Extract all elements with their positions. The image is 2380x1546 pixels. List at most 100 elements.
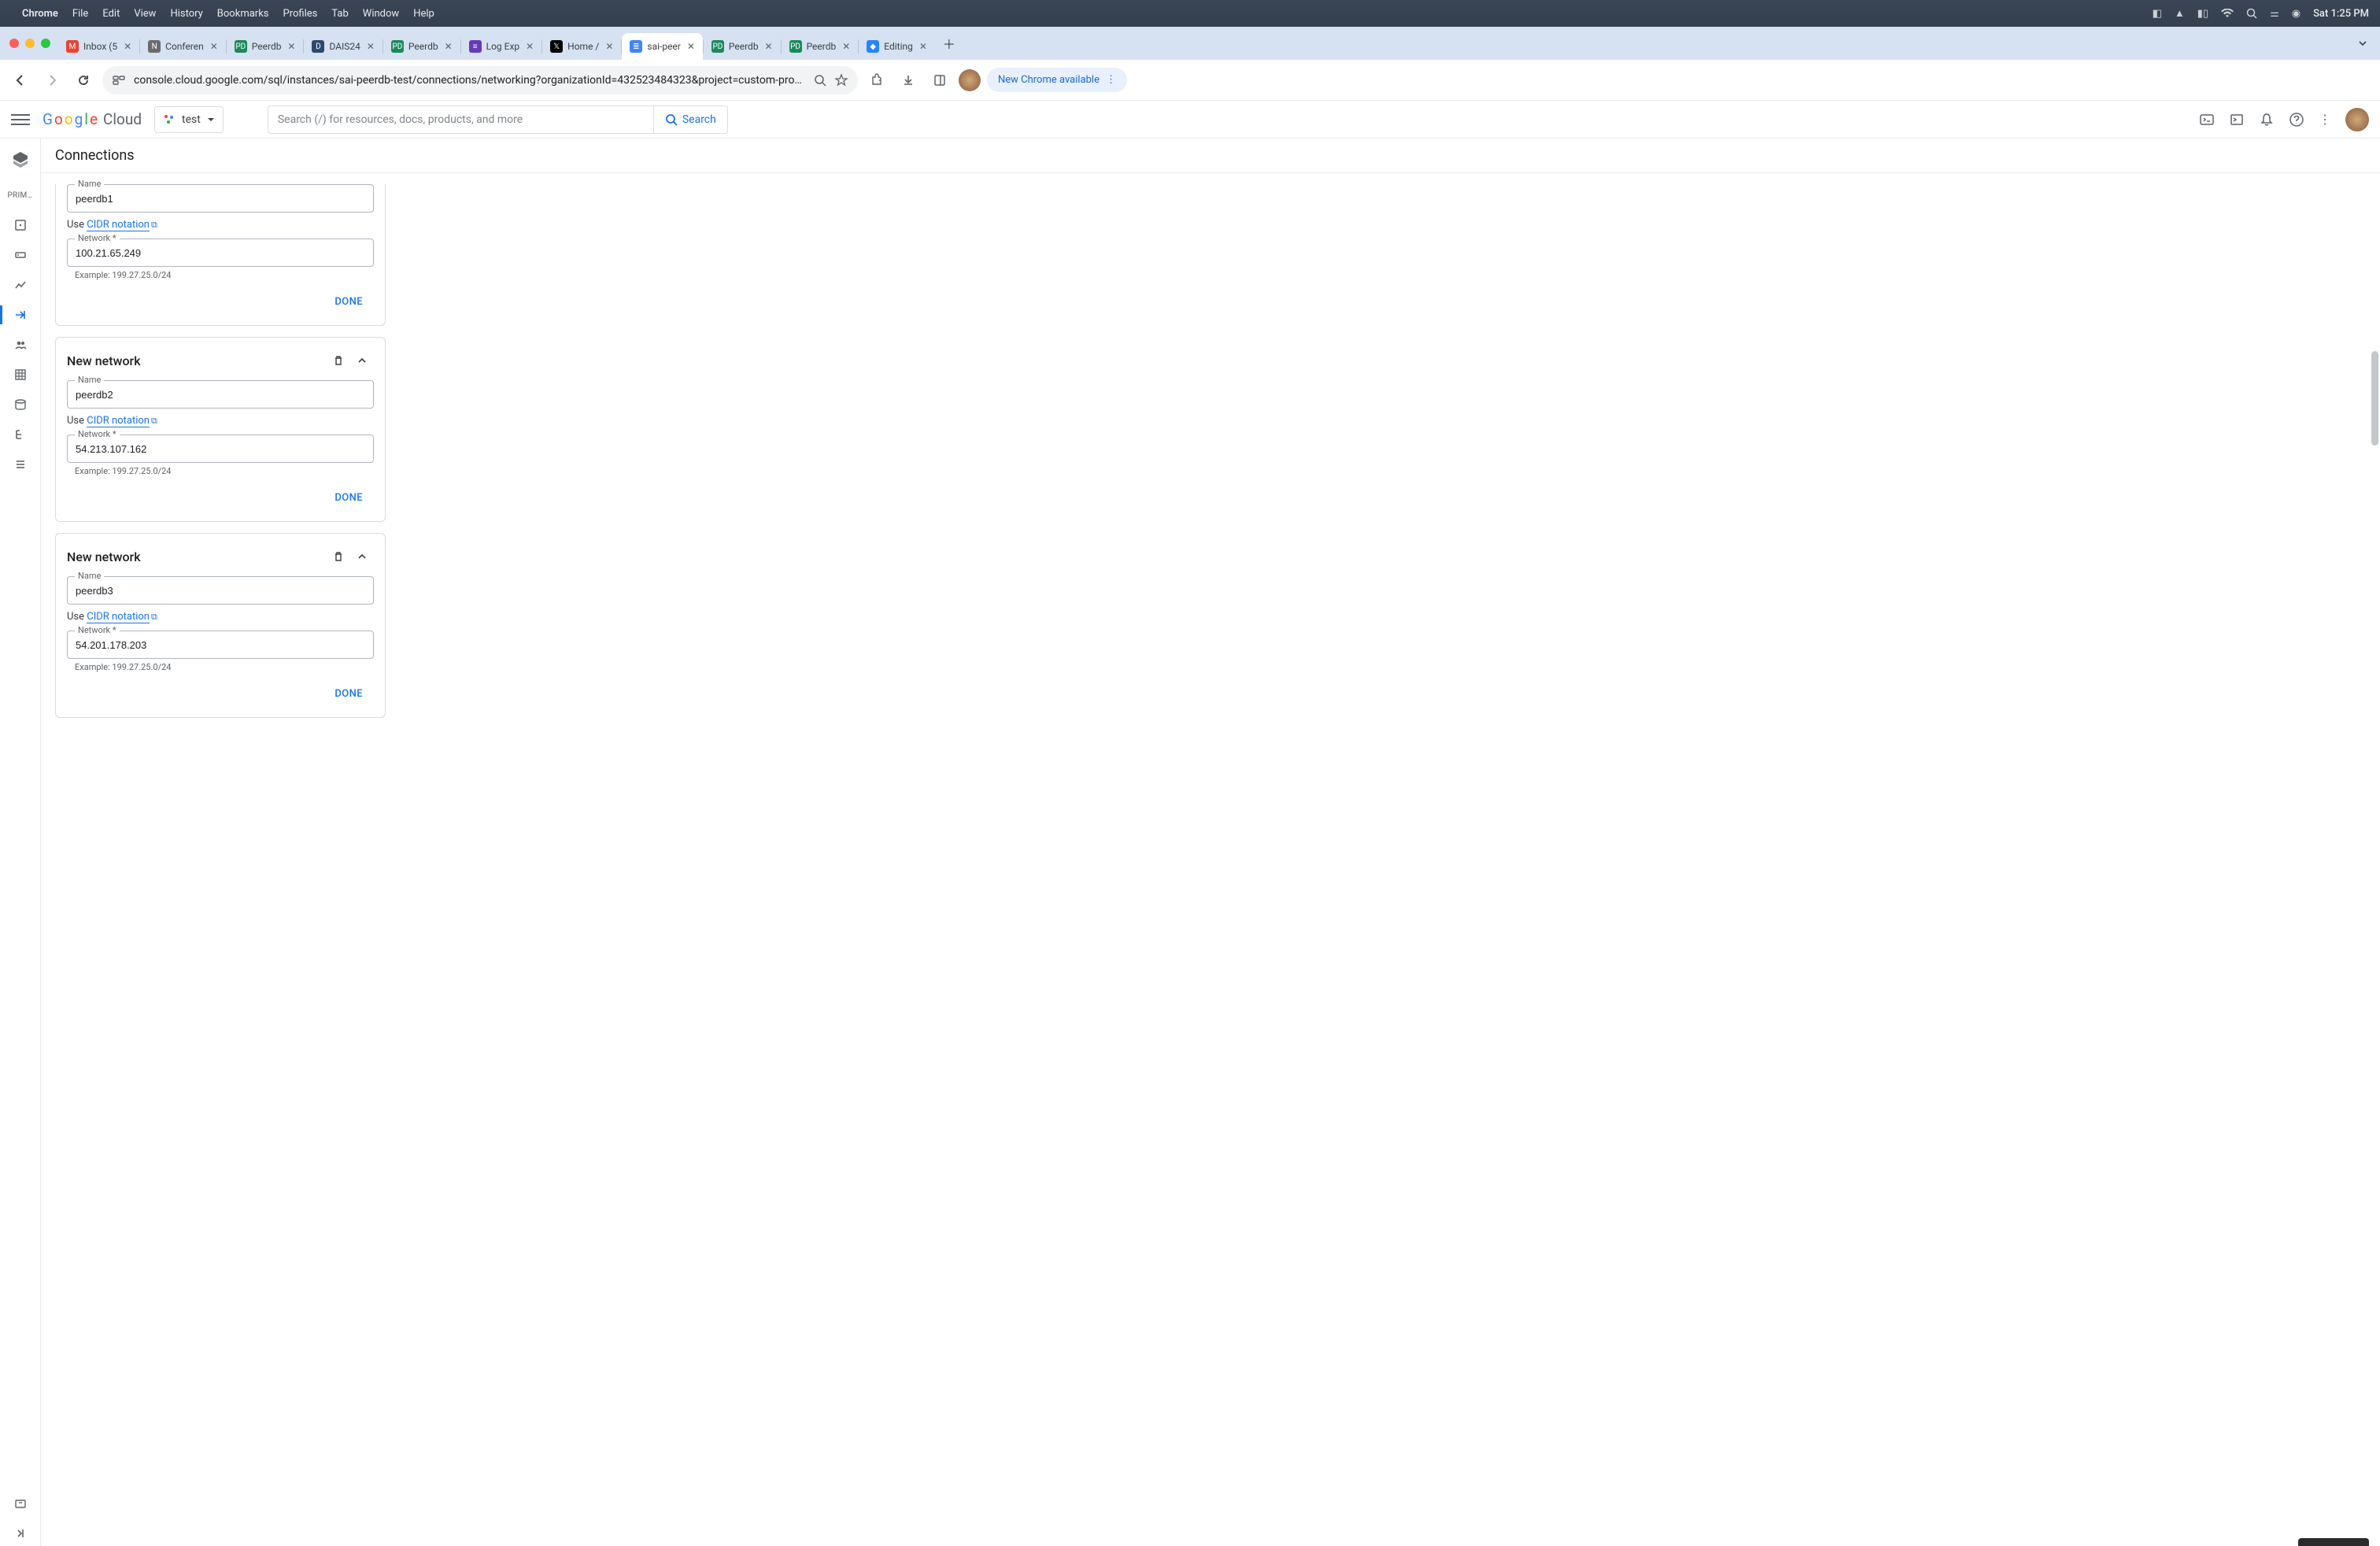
rail-backups-icon[interactable] [0,392,41,417]
rail-replicas-icon[interactable] [0,422,41,447]
tray-icon[interactable]: ▲ [2175,7,2185,20]
scrollbar-thumb[interactable] [2371,351,2378,446]
cidr-help-text: Use CIDR notation⧉ [67,219,374,231]
browser-tab[interactable]: PDPeerdb✕ [704,33,781,60]
done-button[interactable]: DONE [328,291,369,313]
forward-button[interactable] [39,68,65,93]
terminal-icon[interactable] [2229,112,2245,128]
browser-tab[interactable]: ◆Editing✕ [859,33,935,60]
menubar-app[interactable]: Chrome [22,8,58,20]
window-minimize-button[interactable] [25,39,35,48]
chrome-more-icon[interactable]: ⋮ [1106,74,1116,86]
extensions-icon[interactable] [864,68,889,93]
tab-close-icon[interactable]: ✕ [122,41,133,52]
rail-marketplace-icon[interactable] [0,1491,41,1516]
browser-tab[interactable]: 𝕏Home /✕ [542,33,621,60]
menu-file[interactable]: File [72,8,88,20]
menubar-clock[interactable]: Sat 1:25 PM [2313,8,2369,20]
new-tab-button[interactable]: ＋ [938,32,960,54]
chrome-update-pill[interactable]: New Chrome available ⋮ [987,68,1127,92]
delete-network-button[interactable] [327,545,350,568]
delete-network-button[interactable] [327,349,350,372]
menu-profiles[interactable]: Profiles [283,8,318,20]
menu-edit[interactable]: Edit [102,8,120,20]
more-icon[interactable]: ⋮ [2319,112,2331,127]
tab-close-icon[interactable]: ✕ [209,41,220,52]
gcp-account-avatar[interactable] [2345,108,2369,131]
menu-tab[interactable]: Tab [331,8,348,20]
control-center-icon[interactable]: ⚌ [2270,8,2279,20]
tray-icon[interactable]: ◧ [2153,8,2162,20]
done-button[interactable]: DONE [328,683,369,705]
tab-close-icon[interactable]: ✕ [763,41,774,52]
name-input[interactable] [67,380,374,409]
spotlight-icon[interactable] [2246,8,2257,19]
rail-instances-icon[interactable] [0,242,41,268]
window-zoom-button[interactable] [41,39,50,48]
browser-tab[interactable]: DDAIS24✕ [304,33,382,60]
tab-close-icon[interactable]: ✕ [918,41,929,52]
window-close-button[interactable] [9,39,19,48]
cidr-link[interactable]: CIDR notation [87,415,150,427]
tab-close-icon[interactable]: ✕ [365,41,376,52]
tab-close-icon[interactable]: ✕ [286,41,297,52]
tab-close-icon[interactable]: ✕ [443,41,454,52]
rail-databases-icon[interactable] [0,362,41,387]
site-info-icon[interactable] [112,73,126,87]
nav-menu-button[interactable] [11,110,30,129]
project-picker[interactable]: test [154,106,224,133]
browser-tab[interactable]: MInbox (5✕ [58,33,139,60]
help-icon[interactable] [2289,112,2304,128]
macos-menubar: Chrome File Edit View History Bookmarks … [0,0,2380,27]
tab-close-icon[interactable]: ✕ [524,41,535,52]
google-cloud-logo[interactable]: GoogleCloud [42,110,142,128]
battery-icon[interactable]: ▮▯ [2197,8,2208,20]
menu-history[interactable]: History [170,8,202,20]
tab-close-icon[interactable]: ✕ [841,41,852,52]
tab-favicon: N [148,40,161,53]
rail-operations-icon[interactable] [0,452,41,477]
name-input[interactable] [67,576,374,605]
tab-close-icon[interactable]: ✕ [604,41,615,52]
zoom-icon[interactable] [814,74,826,87]
menu-window[interactable]: Window [363,8,399,20]
downloads-icon[interactable] [896,68,921,93]
wifi-icon[interactable] [2221,9,2234,18]
cidr-link[interactable]: CIDR notation [87,611,150,623]
gcp-search-input[interactable]: Search (/) for resources, docs, products… [268,105,653,134]
tabs-dropdown-button[interactable] [2352,32,2374,54]
tab-close-icon[interactable]: ✕ [686,41,697,52]
name-input[interactable] [67,184,374,213]
done-button[interactable]: DONE [328,487,369,509]
rail-monitoring-icon[interactable] [0,272,41,298]
browser-tab[interactable]: PDPeerdb✕ [782,33,859,60]
browser-tab[interactable]: ≣sai-peer✕ [622,33,703,60]
notifications-icon[interactable] [2259,112,2275,128]
cloud-shell-icon[interactable] [2199,112,2215,128]
siri-icon[interactable]: ◉ [2292,8,2301,20]
rail-overview-icon[interactable] [0,213,41,238]
bookmark-star-icon[interactable] [834,73,848,87]
profile-avatar[interactable] [959,69,981,91]
browser-tab[interactable]: PDPeerdb✕ [227,33,304,60]
menu-bookmarks[interactable]: Bookmarks [217,8,269,20]
tab-favicon: D [312,40,324,53]
back-button[interactable] [8,68,33,93]
rail-expand-icon[interactable] [0,1521,41,1546]
reload-button[interactable] [71,68,96,93]
rail-connections-icon[interactable] [0,302,41,327]
cloud-sql-product-icon[interactable] [10,150,31,170]
rail-primary-label[interactable]: PRIM… [0,183,41,208]
menu-view[interactable]: View [134,8,156,20]
rail-users-icon[interactable] [0,332,41,357]
cidr-link[interactable]: CIDR notation [87,219,150,231]
browser-tab[interactable]: NConferen✕ [140,33,226,60]
collapse-button[interactable] [350,349,374,372]
browser-tab[interactable]: ≡Log Exp✕ [461,33,542,60]
sidepanel-icon[interactable] [927,68,952,93]
browser-tab[interactable]: PDPeerdb✕ [383,33,460,60]
collapse-button[interactable] [350,545,374,568]
omnibox[interactable]: console.cloud.google.com/sql/instances/s… [102,66,858,94]
menu-help[interactable]: Help [413,8,434,20]
gcp-search-button[interactable]: Search [653,105,728,134]
